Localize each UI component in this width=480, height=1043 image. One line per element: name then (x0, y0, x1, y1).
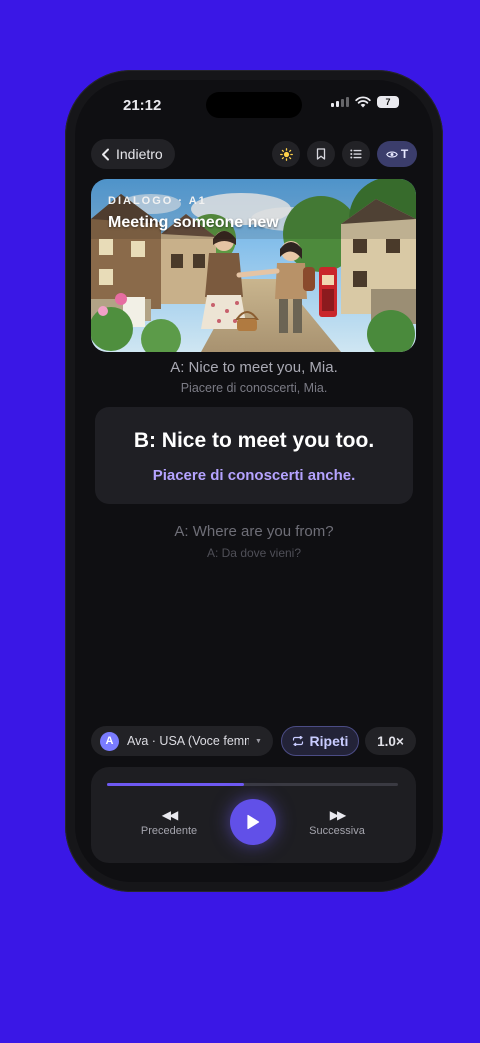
repeat-button[interactable]: Ripeti (281, 726, 359, 756)
dropdown-caret-icon: ▼ (255, 737, 262, 745)
chevron-left-icon (102, 148, 109, 160)
status-icons: 7 (331, 96, 399, 108)
current-line-card[interactable]: B: Nice to meet you too. Piacere di cono… (95, 407, 413, 504)
current-line-text: B: Nice to meet you too. (133, 429, 375, 452)
audio-player: ◀◀ Precedente ▶▶ Successiva (91, 767, 416, 863)
current-line-translation: Piacere di conoscerti anche. (152, 467, 356, 484)
list-icon (350, 149, 362, 159)
dynamic-island (206, 92, 302, 118)
rewind-icon: ◀◀ (161, 808, 178, 822)
voice-label: Ava · USA (Voce femminile) (127, 734, 249, 748)
voice-avatar: A (100, 731, 119, 751)
back-label: Indietro (116, 146, 163, 162)
playback-speed-button[interactable]: 1.0× (365, 727, 416, 755)
repeat-label: Ripeti (309, 733, 349, 749)
eye-icon (386, 150, 398, 158)
brightness-button[interactable] (272, 141, 300, 167)
transcript-toggle-label: T (400, 147, 409, 161)
voice-selector[interactable]: A Ava · USA (Voce femminile) ▼ (91, 726, 273, 756)
battery-icon: 7 (377, 96, 399, 108)
next-label: Successiva (309, 825, 365, 837)
previous-label: Precedente (140, 825, 198, 837)
previous-line-text[interactable]: A: Nice to meet you, Mia. (75, 359, 433, 376)
lesson-hero-image: DIALOGO · A1 Meeting someone new (91, 179, 416, 352)
play-button[interactable] (230, 799, 276, 845)
next-button[interactable]: ▶▶ Successiva (297, 808, 377, 837)
lesson-level-label: DIALOGO · A1 (108, 195, 207, 207)
progress-track[interactable] (107, 783, 398, 786)
status-time: 21:12 (123, 97, 162, 114)
back-button[interactable]: Indietro (91, 139, 175, 169)
sun-icon (279, 147, 293, 161)
list-button[interactable] (342, 141, 370, 167)
previous-button[interactable]: ◀◀ Precedente (129, 808, 209, 837)
bookmark-button[interactable] (307, 141, 335, 167)
wifi-icon (355, 96, 371, 108)
app-screen: 21:12 7 Indietro T DIALOGO · A1 Meeting … (75, 80, 433, 882)
repeat-icon (292, 736, 303, 746)
fast-forward-icon: ▶▶ (329, 808, 346, 822)
next-line-translation: A: Da dove vieni? (206, 546, 302, 560)
previous-line-translation: Piacere di conoscerti, Mia. (180, 381, 328, 395)
cellular-signal-icon (331, 97, 349, 107)
transcript-toggle-button[interactable]: T (377, 141, 417, 167)
next-line-text[interactable]: A: Where are you from? (75, 523, 433, 540)
lesson-title: Meeting someone new (108, 214, 279, 231)
play-icon (247, 814, 260, 830)
progress-fill (107, 783, 244, 786)
bookmark-icon (316, 148, 326, 160)
